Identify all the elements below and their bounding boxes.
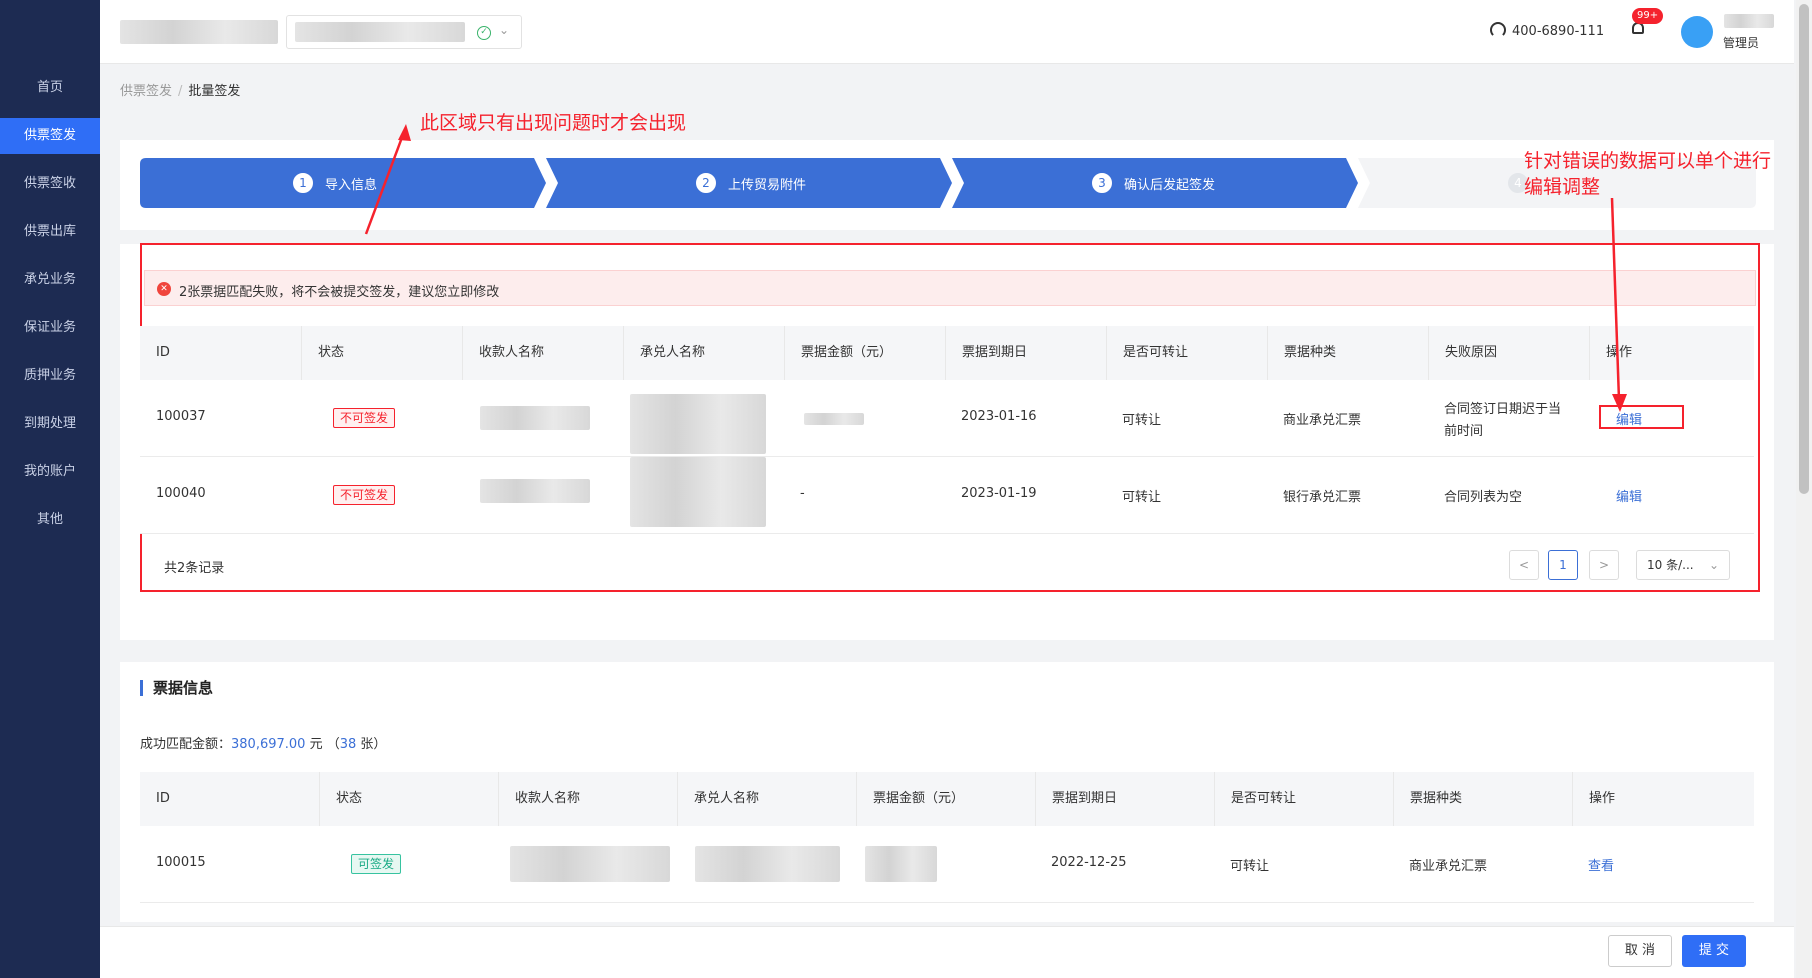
cancel-button[interactable]: 取 消: [1608, 935, 1672, 967]
col-payee: 收款人名称: [498, 772, 580, 826]
section-title: 票据信息: [140, 680, 213, 696]
table-row: 100015 可签发 2022-12-25 可转让 商业承兑汇票 查看: [140, 826, 1754, 903]
col-id: ID: [156, 791, 170, 806]
col-transferable: 是否可转让: [1214, 772, 1296, 826]
summary-suffix: 张）: [356, 737, 387, 752]
summary-unit: 元 （: [305, 737, 340, 752]
footer-bar: [100, 926, 1794, 978]
match-summary: 成功匹配金额：380,697.00 元 （38 张）: [140, 733, 386, 752]
col-type: 票据种类: [1393, 772, 1462, 826]
summary-amount: 380,697.00: [231, 737, 306, 752]
cell-id: 100015: [156, 855, 206, 870]
view-link[interactable]: 查看: [1572, 855, 1614, 874]
amount-redacted: [865, 846, 937, 882]
scrollbar-thumb[interactable]: [1799, 4, 1809, 494]
cell-due: 2022-12-25: [1051, 855, 1127, 870]
col-action: 操作: [1572, 772, 1615, 826]
status-badge: 可签发: [351, 854, 402, 874]
cell-status: 可签发: [335, 854, 402, 874]
summary-count: 38: [339, 737, 357, 752]
bill-table-header: ID 状态 收款人名称 承兑人名称 票据金额（元） 票据到期日 是否可转让 票据…: [140, 772, 1754, 826]
col-status: 状态: [319, 772, 362, 826]
col-acceptor: 承兑人名称: [677, 772, 759, 826]
scrollbar[interactable]: [1796, 0, 1812, 978]
col-due: 票据到期日: [1035, 772, 1117, 826]
acceptor-redacted: [695, 846, 840, 882]
payee-redacted: [510, 846, 670, 882]
cell-transferable: 可转让: [1230, 859, 1270, 874]
submit-button[interactable]: 提 交: [1682, 935, 1746, 967]
cell-type: 商业承兑汇票: [1409, 859, 1488, 874]
summary-prefix: 成功匹配金额：: [140, 737, 232, 752]
col-amount: 票据金额（元）: [856, 772, 964, 826]
